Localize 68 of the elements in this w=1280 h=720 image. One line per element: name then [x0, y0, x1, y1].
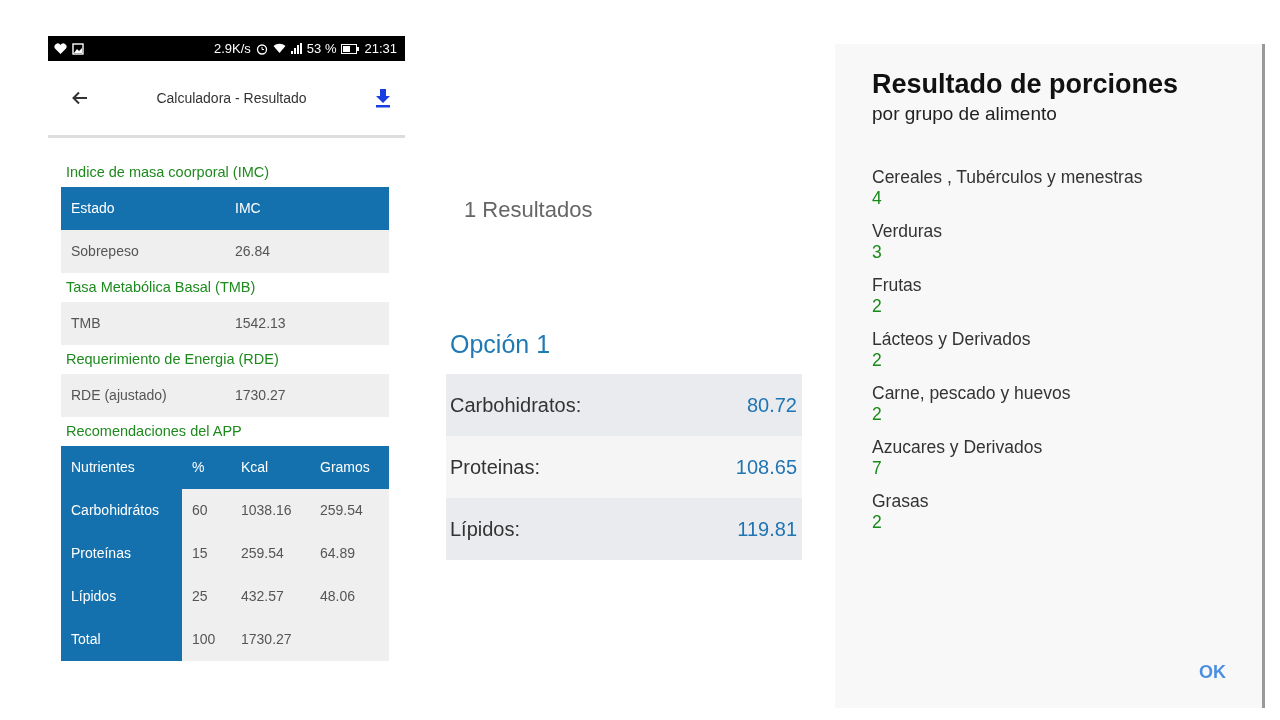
column-header: %	[182, 446, 231, 489]
dialog-subtitle: por grupo de alimento	[872, 102, 1058, 126]
table-cell: 432.57	[231, 575, 310, 618]
table-cell: 25	[182, 575, 231, 618]
ok-button[interactable]: OK	[1191, 655, 1234, 690]
app-bar-title: Calculadora - Resultado	[155, 88, 308, 108]
wifi-icon	[272, 43, 286, 54]
result-value: 119.81	[737, 517, 797, 542]
table-cell: 60	[182, 489, 231, 532]
portion-count: 2	[872, 403, 883, 425]
results-count: 1 Resultados	[463, 196, 594, 224]
signal-icon	[290, 43, 302, 54]
table-cell: RDE (ajustado)	[61, 374, 225, 417]
result-label: Carbohidratos:	[450, 393, 582, 418]
food-group-name: Grasas	[872, 490, 930, 512]
result-value: 108.65	[735, 455, 797, 480]
section-title: Requerimiento de Energia (RDE)	[65, 350, 280, 369]
food-group-name: Carne, pescado y huevos	[872, 382, 1072, 404]
food-group-name: Verduras	[872, 220, 944, 242]
table-cell: 259.54	[310, 489, 389, 532]
table-cell: 48.06	[310, 575, 389, 618]
result-label: Lípidos:	[450, 517, 521, 542]
table-cell: 100	[182, 618, 231, 661]
section-title: Tasa Metabólica Basal (TMB)	[65, 278, 257, 297]
table-cell: Proteínas	[61, 532, 182, 575]
portion-count: 2	[872, 511, 883, 533]
alarm-icon	[255, 42, 268, 55]
column-header: Estado	[61, 187, 225, 230]
table-cell: 26.84	[225, 230, 389, 273]
section-title: Recomendaciones del APP	[65, 422, 243, 441]
column-header: Gramos	[310, 446, 389, 489]
table-cell: 15	[182, 532, 231, 575]
portion-count: 3	[872, 241, 883, 263]
table-cell: Lípidos	[61, 575, 182, 618]
network-speed: 2.9K/s	[213, 39, 251, 58]
battery-percent: 53 %	[306, 39, 337, 58]
table-cell: 259.54	[231, 532, 310, 575]
portion-count: 7	[872, 457, 883, 479]
food-group-name: Lácteos y Derivados	[872, 328, 1032, 350]
back-arrow-icon[interactable]	[72, 91, 88, 105]
table-cell: Carbohidrátos	[61, 489, 182, 532]
table-cell: TMB	[61, 302, 225, 345]
food-group-name: Cereales , Tubérculos y menestras	[872, 166, 1144, 188]
table-cell: 1730.27	[225, 374, 389, 417]
section-title: Indice de masa coorporal (IMC)	[65, 163, 271, 182]
option-title: Opción 1	[449, 329, 552, 360]
table-cell: 1038.16	[231, 489, 310, 532]
result-label: Proteinas:	[450, 455, 541, 480]
portion-count: 2	[872, 295, 883, 317]
table-cell: Sobrepeso	[61, 230, 225, 273]
food-group-name: Azucares y Derivados	[872, 436, 1044, 458]
result-value: 80.72	[746, 393, 797, 418]
image-icon	[72, 42, 84, 55]
column-header: Kcal	[231, 446, 310, 489]
table-cell: Total	[61, 618, 182, 661]
table-cell: 1730.27	[231, 618, 310, 661]
food-group-name: Frutas	[872, 274, 923, 296]
download-icon[interactable]	[375, 88, 391, 108]
portion-count: 4	[872, 187, 883, 209]
table-cell: 64.89	[310, 532, 389, 575]
portion-count: 2	[872, 349, 883, 371]
column-header: IMC	[225, 187, 389, 230]
clock-time: 21:31	[364, 39, 397, 58]
heart-icon	[54, 42, 67, 55]
battery-icon	[341, 43, 360, 54]
dialog-title: Resultado de porciones	[872, 68, 1180, 100]
table-cell: 1542.13	[225, 302, 389, 345]
column-header: Nutrientes	[61, 446, 182, 489]
